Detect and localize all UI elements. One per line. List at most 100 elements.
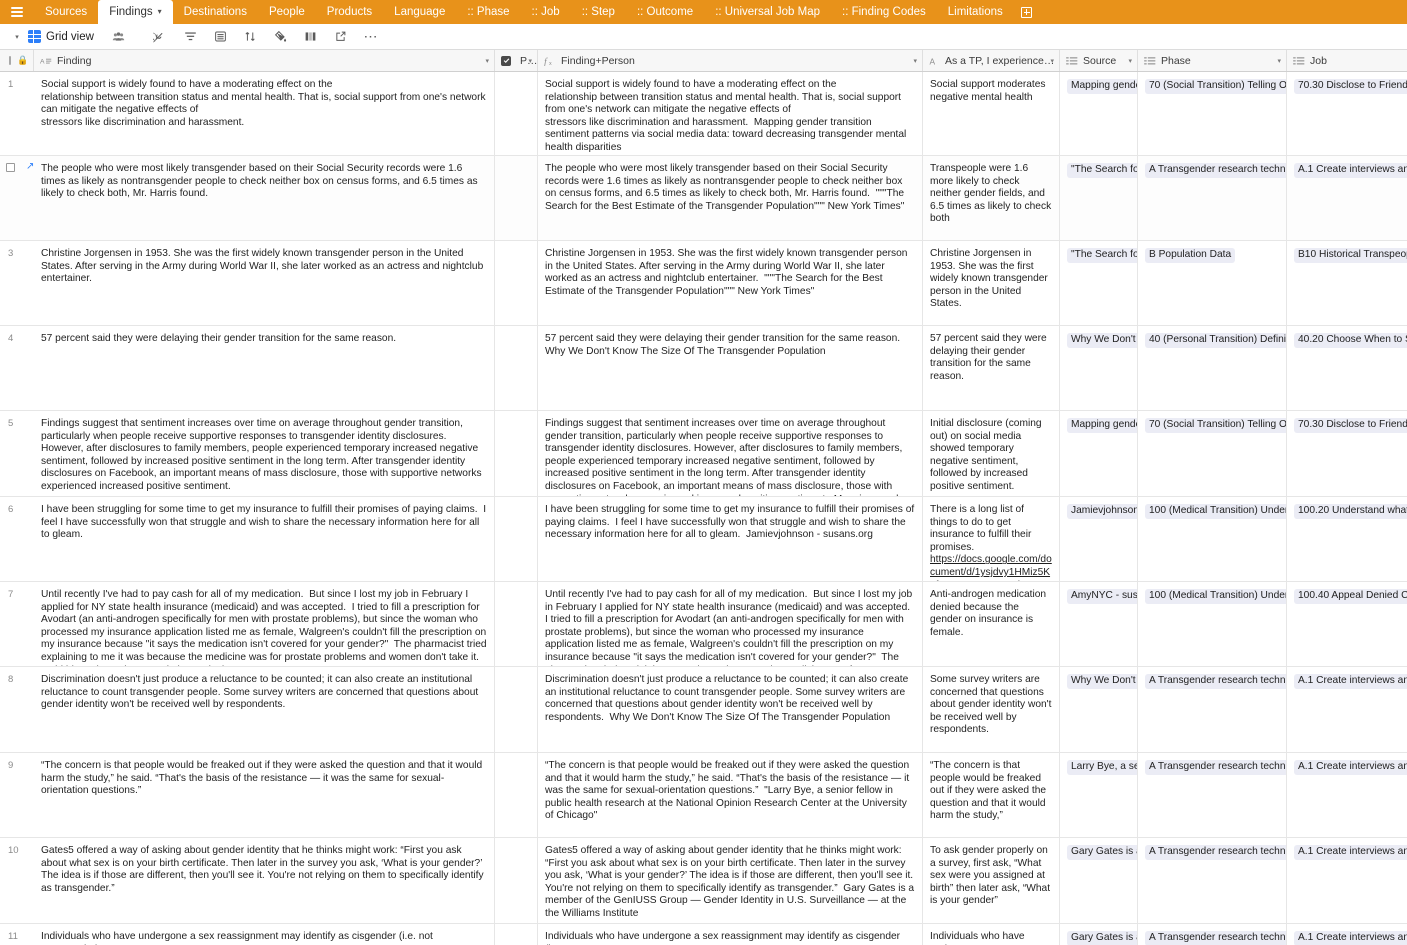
linked-record-chip[interactable]: 40.20 Choose When to Start Gender Tran [1294,333,1407,348]
linked-record-chip[interactable]: Mapping gender [1067,79,1137,94]
cell-source[interactable]: Jamievjohnson - [1060,497,1138,581]
add-table-button[interactable] [1014,0,1040,24]
cell-finding[interactable]: Social support is widely found to have a… [34,72,495,155]
table-tab-products[interactable]: Products [316,0,383,24]
linked-record-chip[interactable]: Why We Don't Kn [1067,674,1137,689]
linked-record-chip[interactable]: 100 (Medical Transition) Understand t [1145,589,1286,604]
cell-job[interactable]: A.1 Create interviews and guides [1287,753,1407,837]
linked-record-chip[interactable]: Gary Gates is a m [1067,931,1137,945]
cell-fp[interactable]: 57 percent said they were delaying their… [538,326,923,410]
table-tab-language[interactable]: Language [383,0,456,24]
linked-record-chip[interactable]: "The Search for th [1067,248,1137,263]
cell-finding[interactable]: Findings suggest that sentiment increase… [34,411,495,496]
row-gutter[interactable]: 11 [0,924,34,945]
cell-p[interactable] [495,156,538,240]
row-gutter[interactable]: 7 [0,582,34,666]
table-tab-people[interactable]: People [258,0,316,24]
cell-astp[interactable]: There is a long list of things to do to … [923,497,1060,581]
cell-finding[interactable]: Christine Jorgensen in 1953. She was the… [34,241,495,325]
linked-record-chip[interactable]: A Transgender research techniques [1145,163,1286,178]
linked-record-chip[interactable]: B Population Data [1145,248,1236,263]
linked-record-chip[interactable]: Larry Bye, a senio [1067,760,1137,775]
cell-p[interactable] [495,411,538,496]
cell-source[interactable]: Gary Gates is a m [1060,924,1138,945]
share-view-icon[interactable] [326,26,356,48]
cell-fp[interactable]: I have been struggling for some time to … [538,497,923,581]
row-height-icon[interactable] [296,26,326,48]
cell-job[interactable]: A.1 Create interviews and guides [1287,667,1407,752]
table-row[interactable]: 6 I have been struggling for some time to… [0,497,1407,582]
cell-job[interactable]: B10 Historical Transpeople [1287,241,1407,325]
group-icon[interactable] [206,26,236,48]
cell-p[interactable] [495,667,538,752]
cell-astp[interactable]: Transpeople were 1.6 more likely to chec… [923,156,1060,240]
cell-p[interactable] [495,326,538,410]
linked-record-chip[interactable]: 100 (Medical Transition) Understand t [1145,504,1286,519]
cell-astp[interactable]: 57 percent said they were delaying their… [923,326,1060,410]
cell-job[interactable]: 100.20 Understand what my Insurance C [1287,497,1407,581]
table-row[interactable]: 4 57 percent said they were delaying thei… [0,326,1407,411]
cell-p[interactable] [495,753,538,837]
column-header-p[interactable]: P… ▾ [495,50,538,71]
cell-astp[interactable]: Anti-androgen medication denied because … [923,582,1060,666]
linked-record-chip[interactable]: Jamievjohnson - [1067,504,1137,519]
cell-phase[interactable]: A Transgender research techniques [1138,667,1287,752]
row-gutter[interactable]: 3 [0,241,34,325]
collaborators-icon[interactable] [106,26,132,48]
cell-finding[interactable]: The people who were most likely transgen… [34,156,495,240]
linked-record-chip[interactable]: Why We Don't Kn [1067,333,1137,348]
table-tab-limitations[interactable]: Limitations [937,0,1014,24]
linked-record-chip[interactable]: A Transgender research techniques [1145,760,1286,775]
column-header-fp[interactable]: f x Finding+Person ▾ [538,50,923,71]
table-row[interactable]: 9 “The concern is that people would be fr… [0,753,1407,838]
row-gutter[interactable]: 8 [0,667,34,752]
filter-icon[interactable] [176,26,206,48]
table-tab-step[interactable]: :: Step [571,0,626,24]
linked-record-chip[interactable]: A.1 Create interviews and guides [1294,674,1407,689]
cell-fp[interactable]: The people who were most likely transgen… [538,156,923,240]
cell-source[interactable]: "The Search for th [1060,241,1138,325]
cell-source[interactable]: Gary Gates is a m [1060,838,1138,923]
cell-job[interactable]: 70.30 Disclose to Friends [1287,411,1407,496]
table-tab-phase[interactable]: :: Phase [456,0,520,24]
table-tab-finding-codes[interactable]: :: Finding Codes [831,0,937,24]
cell-source[interactable]: Larry Bye, a senio [1060,753,1138,837]
table-tab-outcome[interactable]: :: Outcome [626,0,704,24]
chevron-down-icon[interactable]: ▾ [913,57,917,65]
cell-job[interactable]: A.1 Create interviews and guides [1287,924,1407,945]
cell-p[interactable] [495,497,538,581]
cell-fp[interactable]: Until recently I've had to pay cash for … [538,582,923,666]
cell-job[interactable]: A.1 Create interviews and guides [1287,156,1407,240]
table-row[interactable]: 1 Social support is widely found to have … [0,72,1407,156]
cell-astp[interactable]: Some survey writers are concerned that q… [923,667,1060,752]
cell-phase[interactable]: A Transgender research techniques [1138,753,1287,837]
table-row[interactable]: 8 Discrimination doesn't just produce a r… [0,667,1407,753]
cell-finding[interactable]: Discrimination doesn't just produce a re… [34,667,495,752]
cell-p[interactable] [495,582,538,666]
linked-record-chip[interactable]: A.1 Create interviews and guides [1294,845,1407,860]
linked-record-chip[interactable]: 100.20 Understand what my Insurance C [1294,504,1407,519]
row-gutter[interactable]: 9 [0,753,34,837]
table-tab-sources[interactable]: Sources [34,0,98,24]
more-options-icon[interactable]: ⋯ [356,26,386,48]
linked-record-chip[interactable]: 40 (Personal Transition) Defining what [1145,333,1286,348]
cell-phase[interactable]: 100 (Medical Transition) Understand t [1138,582,1287,666]
cell-source[interactable]: AmyNYC - susans [1060,582,1138,666]
row-gutter[interactable]: 6 [0,497,34,581]
cell-finding[interactable]: “The concern is that people would be fre… [34,753,495,837]
cell-p[interactable] [495,241,538,325]
cell-source[interactable]: Why We Don't Kn [1060,667,1138,752]
chevron-down-icon[interactable]: ▾ [528,57,532,65]
expand-record-icon[interactable]: ↗ [26,162,34,172]
cell-fp[interactable]: Christine Jorgensen in 1953. She was the… [538,241,923,325]
cell-fp[interactable]: Individuals who have undergone a sex rea… [538,924,923,945]
row-checkbox[interactable] [6,163,15,172]
cell-astp[interactable]: Initial disclosure (coming out) on socia… [923,411,1060,496]
cell-fp[interactable]: Gates5 offered a way of asking about gen… [538,838,923,923]
column-header-job[interactable]: Job [1287,50,1407,71]
cell-p[interactable] [495,838,538,923]
cell-phase[interactable]: B Population Data [1138,241,1287,325]
table-tab-findings[interactable]: Findings ▾ [98,0,173,24]
linked-record-chip[interactable]: A Transgender research techniques [1145,931,1286,945]
chevron-down-icon[interactable]: ▾ [1128,57,1132,65]
